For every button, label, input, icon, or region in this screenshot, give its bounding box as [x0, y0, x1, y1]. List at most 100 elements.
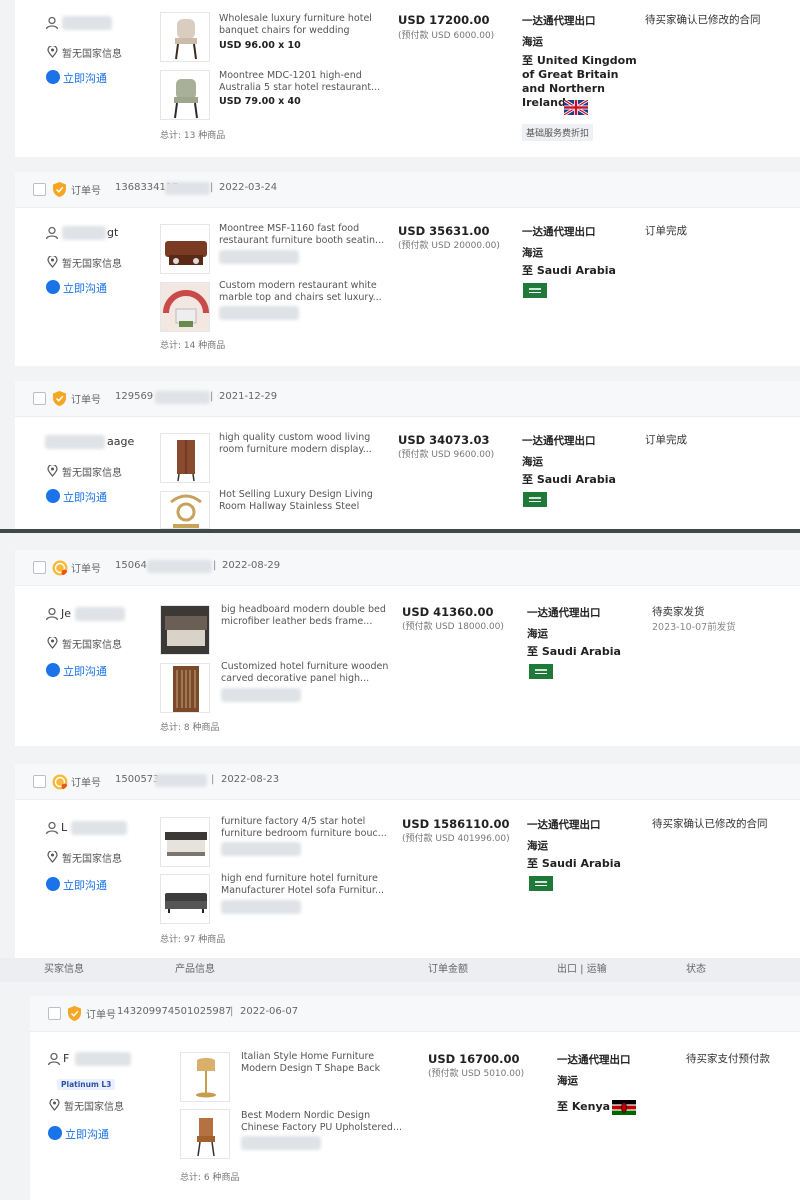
date-separator: | [210, 182, 214, 193]
kenya-flag-icon [612, 1100, 636, 1115]
chat-icon[interactable] [46, 70, 60, 84]
chat-now-link[interactable]: 立即沟通 [63, 489, 107, 505]
chat-icon[interactable] [46, 877, 60, 891]
order-no-label: 订单号 [71, 778, 101, 789]
chat-icon[interactable] [46, 489, 60, 503]
user-icon [45, 226, 59, 240]
date-separator: | [211, 774, 215, 785]
marble-set-image [161, 283, 209, 331]
service-fee-badge: 基础服务费折扣 [522, 124, 594, 141]
product-name[interactable]: Moontree MDC-1201 high-end Australia 5 s… [219, 70, 387, 94]
logistics-title: 一达通代理出口 [522, 15, 596, 27]
prepayment: (预付款 USD 6000.00) [398, 31, 495, 41]
product-name[interactable]: Best Modern Nordic Design Chinese Factor… [241, 1110, 409, 1134]
order-no-label: 订单号 [86, 1010, 116, 1021]
chat-icon[interactable] [46, 280, 60, 294]
date-separator: | [230, 1006, 234, 1017]
chat-now-link[interactable]: 立即沟通 [65, 1126, 109, 1142]
buyer-name[interactable]: F [63, 1052, 69, 1065]
order-card: 订单号 1368334115 | 2022-03-24 gt 暂无国家信息 立即… [15, 172, 800, 366]
product-name[interactable]: Moontree MSF-1160 fast food restaurant f… [219, 223, 387, 247]
product-image[interactable] [160, 282, 210, 332]
col-buyer: 买家信息 [44, 964, 84, 975]
order-number: 15064 [115, 560, 147, 571]
logistics-mode: 海运 [557, 1075, 578, 1087]
product-image[interactable] [160, 70, 210, 120]
logistics-mode: 海运 [527, 840, 548, 852]
product-image[interactable] [160, 663, 210, 713]
destination: 至 Saudi Arabia [522, 264, 616, 277]
product-image[interactable] [160, 433, 210, 483]
order-checkbox[interactable] [33, 183, 46, 196]
order-card: 订单号 15064 | 2022-08-29 Je 暂无国家信息 立即沟通 bi… [15, 550, 800, 746]
product-image[interactable] [180, 1109, 230, 1159]
order-checkbox[interactable] [48, 1007, 61, 1020]
buyer-name[interactable]: aage [107, 435, 134, 448]
product-image[interactable] [160, 491, 210, 529]
product-name[interactable]: Italian Style Home Furniture Modern Desi… [241, 1051, 409, 1075]
buyer-name[interactable]: gt [107, 226, 118, 239]
product-name[interactable]: big headboard modern double bed microfib… [221, 604, 389, 628]
date-separator: | [210, 391, 214, 402]
product-image[interactable] [160, 817, 210, 867]
buyer-name[interactable]: Je [61, 607, 71, 620]
user-icon [45, 16, 59, 30]
user-icon [45, 607, 59, 621]
product-name[interactable]: Hot Selling Luxury Design Living Room Ha… [219, 489, 387, 513]
order-number: 129569 [115, 391, 154, 402]
order-status: 订单完成 [645, 434, 687, 446]
screenshot-divider [0, 529, 800, 533]
order-header: 订单号 1368334115 | 2022-03-24 [15, 172, 800, 208]
logistics-title: 一达通代理出口 [557, 1054, 631, 1066]
product-image[interactable] [160, 874, 210, 924]
chat-icon[interactable] [46, 663, 60, 677]
order-no-label: 订单号 [71, 395, 101, 406]
product-name[interactable]: high end furniture hotel furniture Manuf… [221, 873, 389, 897]
chat-now-link[interactable]: 立即沟通 [63, 70, 107, 86]
chat-now-link[interactable]: 立即沟通 [63, 663, 107, 679]
order-status: 待买家确认已修改的合同 [645, 14, 761, 26]
console-table-image [170, 494, 202, 528]
location-icon [47, 851, 58, 863]
order-checkbox[interactable] [33, 775, 46, 788]
destination: 至 Saudi Arabia [522, 473, 616, 486]
order-number: 143209974501025987 [117, 1006, 232, 1017]
ship-deadline: 2023-10-07前发货 [652, 622, 736, 633]
prepayment: (预付款 USD 9600.00) [398, 450, 495, 460]
date-separator: | [213, 560, 217, 571]
order-amount: USD 41360.00 [402, 605, 494, 619]
chair-image [175, 19, 197, 60]
product-price-qty: USD 79.00 x 40 [219, 96, 301, 107]
product-name[interactable]: Wholesale luxury furniture hotel banquet… [219, 13, 387, 37]
order-checkbox[interactable] [33, 561, 46, 574]
chat-now-link[interactable]: 立即沟通 [63, 280, 107, 296]
order-checkbox[interactable] [33, 392, 46, 405]
sofa-image [165, 893, 207, 913]
order-amount: USD 35631.00 [398, 224, 490, 238]
trade-assurance-icon [53, 182, 66, 197]
product-total: 总计: 14 种商品 [160, 341, 226, 351]
product-image[interactable] [160, 12, 210, 62]
saudi-flag-icon [523, 283, 547, 298]
product-image[interactable] [180, 1052, 230, 1102]
product-total: 总计: 6 种商品 [180, 1173, 240, 1183]
country-info: 暂无国家信息 [62, 854, 122, 865]
product-name[interactable]: Customized hotel furniture wooden carved… [221, 661, 389, 685]
product-name[interactable]: Custom modern restaurant white marble to… [219, 280, 387, 304]
product-total: 总计: 13 种商品 [160, 131, 226, 141]
chat-icon[interactable] [48, 1126, 62, 1140]
saudi-flag-icon [529, 876, 553, 891]
country-info: 暂无国家信息 [62, 640, 122, 651]
buyer-name[interactable]: L [61, 821, 67, 834]
product-name[interactable]: furniture factory 4/5 star hotel furnitu… [221, 816, 389, 840]
prepayment: (预付款 USD 20000.00) [398, 241, 500, 251]
country-info: 暂无国家信息 [62, 49, 122, 60]
dining-chair-image [197, 1118, 215, 1157]
product-name[interactable]: high quality custom wood living room fur… [219, 432, 387, 456]
country-info: 暂无国家信息 [62, 468, 122, 479]
order-header: 订单号 143209974501025987 | 2022-06-07 [30, 996, 800, 1032]
product-total: 总计: 97 种商品 [160, 935, 226, 945]
chat-now-link[interactable]: 立即沟通 [63, 877, 107, 893]
product-image[interactable] [160, 605, 210, 655]
product-image[interactable] [160, 224, 210, 274]
